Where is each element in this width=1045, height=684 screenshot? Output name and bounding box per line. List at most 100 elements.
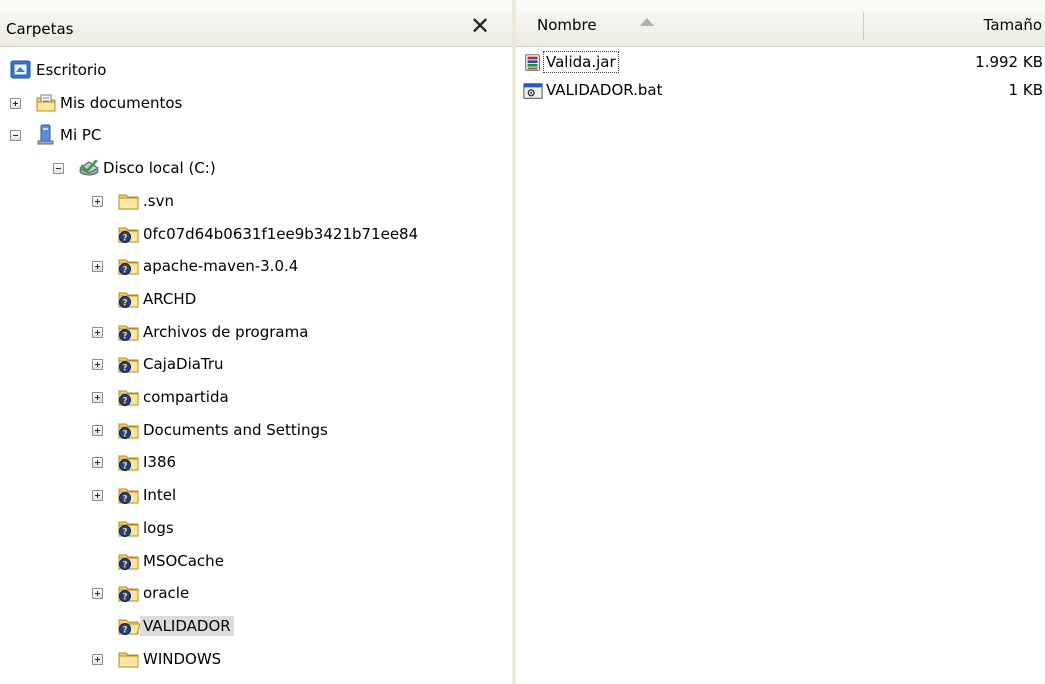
svg-text:?: ? — [122, 625, 127, 635]
expand-icon[interactable] — [92, 326, 103, 338]
tree-node[interactable]: ? MSOCache — [0, 547, 512, 579]
file-size: 1.992 KB — [975, 53, 1043, 71]
local-disk-icon — [78, 157, 100, 179]
tree-node[interactable]: ? CajaDiaTru — [0, 350, 512, 382]
tree-node[interactable]: ? I386 — [0, 448, 512, 480]
svg-text:?: ? — [122, 527, 127, 537]
shared-folder-icon: ? — [118, 353, 140, 375]
expand-icon[interactable] — [92, 392, 103, 403]
tree-node-label: Intel — [143, 486, 177, 505]
tree-node-label: ARCHD — [143, 289, 197, 308]
tree-node[interactable]: ? oracle — [0, 579, 512, 611]
tree-node-label: oracle — [143, 584, 190, 603]
svg-text:?: ? — [122, 429, 127, 439]
svg-text:?: ? — [122, 331, 127, 341]
tree-node[interactable]: ? 0fc07d64b0631f1ee9b3421b71ee84 — [0, 220, 512, 252]
sort-ascending-icon — [640, 18, 654, 26]
expand-icon[interactable] — [92, 653, 103, 665]
svg-text:?: ? — [122, 462, 127, 472]
tree-node-label: Documents and Settings — [143, 420, 328, 439]
collapse-icon[interactable] — [10, 130, 21, 142]
tree-node-label: Escritorio — [36, 61, 107, 79]
tree-node[interactable]: WINDOWS — [0, 645, 512, 677]
expand-icon[interactable] — [92, 195, 103, 207]
tree-node-label: Mis documentos — [60, 93, 183, 112]
svg-text:?: ? — [122, 233, 127, 243]
expand-icon[interactable] — [92, 588, 103, 600]
column-header-name[interactable]: Nombre — [516, 0, 863, 47]
svg-text:?: ? — [122, 593, 127, 603]
expand-icon[interactable] — [92, 457, 103, 469]
batch-file-icon — [523, 81, 543, 101]
tree-node[interactable]: Disco local (C:) — [0, 154, 512, 186]
tree-node-label: Mi PC — [60, 126, 102, 145]
expand-icon[interactable] — [92, 424, 103, 436]
shared-folder-icon: ? — [118, 451, 140, 473]
folder-icon — [118, 190, 140, 212]
file-name: Valida.jar — [543, 51, 619, 73]
shared-folder-icon: ? — [118, 386, 140, 408]
tree-node[interactable]: ? compartida — [0, 383, 512, 415]
tree-node[interactable]: Mis documentos — [0, 89, 512, 121]
tree-node[interactable]: ? VALIDADOR — [0, 612, 512, 644]
tree-node-label: MSOCache — [143, 551, 224, 570]
tree-node-label: logs — [143, 518, 174, 537]
shared-folder-icon: ? — [118, 582, 140, 604]
shared-folder-icon: ? — [118, 255, 140, 277]
folders-pane-header: Carpetas ✕ — [0, 0, 512, 47]
shared-folder-icon: ? — [118, 517, 140, 539]
tree-node-label: Archivos de programa — [143, 322, 309, 341]
file-row[interactable]: VALIDADOR.bat 1 KB — [516, 78, 1045, 106]
file-row[interactable]: Valida.jar 1.992 KB — [516, 50, 1045, 78]
tree-node[interactable]: .svn — [0, 187, 512, 219]
my-documents-icon — [35, 92, 57, 114]
tree-node[interactable]: Escritorio — [0, 56, 512, 88]
svg-text:?: ? — [122, 364, 127, 374]
svg-text:?: ? — [122, 298, 127, 308]
jar-file-icon — [523, 53, 543, 73]
column-header-size[interactable]: Tamaño — [864, 0, 1045, 47]
column-header-size-label: Tamaño — [983, 16, 1042, 34]
shared-folder-icon: ? — [118, 484, 140, 506]
column-header-name-label: Nombre — [537, 16, 597, 34]
tree-node-label: I386 — [143, 453, 177, 472]
tree-node[interactable]: Mi PC — [0, 121, 512, 153]
tree-node-label: .svn — [143, 191, 174, 210]
tree-node[interactable]: ? logs — [0, 514, 512, 546]
shared-folder-open-icon: ? — [118, 615, 141, 637]
svg-text:?: ? — [122, 266, 127, 276]
svg-text:?: ? — [122, 397, 127, 407]
expand-icon[interactable] — [10, 97, 21, 109]
file-name: VALIDADOR.bat — [546, 81, 663, 99]
tree-node[interactable]: ? ARCHD — [0, 285, 512, 317]
file-size: 1 KB — [1008, 81, 1043, 99]
tree-node-label: Disco local (C:) — [103, 159, 216, 178]
expand-icon[interactable] — [92, 490, 103, 502]
tree-node-label: apache-maven-3.0.4 — [143, 257, 299, 276]
tree-node[interactable]: ? apache-maven-3.0.4 — [0, 252, 512, 284]
tree-node-label: compartida — [143, 388, 229, 406]
shared-folder-icon: ? — [118, 550, 140, 572]
folders-pane-title: Carpetas — [6, 20, 74, 38]
shared-folder-icon: ? — [118, 321, 140, 343]
shared-folder-icon: ? — [118, 223, 140, 245]
shared-folder-icon: ? — [118, 288, 140, 310]
file-list-header: Nombre Tamaño — [516, 0, 1045, 47]
desktop-icon — [10, 59, 32, 81]
tree-node[interactable]: ? Documents and Settings — [0, 416, 512, 448]
svg-text:?: ? — [122, 560, 127, 570]
expand-icon[interactable] — [92, 359, 103, 371]
tree-node[interactable]: ? Intel — [0, 481, 512, 513]
tree-node-label: CajaDiaTru — [143, 355, 224, 374]
tree-node[interactable]: ? Archivos de programa — [0, 318, 512, 350]
close-icon[interactable]: ✕ — [466, 12, 494, 40]
collapse-icon[interactable] — [53, 163, 64, 175]
shared-folder-icon: ? — [118, 419, 140, 441]
expand-icon[interactable] — [92, 261, 103, 273]
file-list-pane: Nombre Tamaño Valida.jar 1.992 KB VALIDADO… — [516, 0, 1045, 684]
folder-icon — [118, 648, 140, 670]
tree-node-label: WINDOWS — [143, 649, 222, 668]
my-computer-icon — [35, 124, 57, 146]
tree-node-label: 0fc07d64b0631f1ee9b3421b71ee84 — [143, 224, 419, 243]
svg-text:?: ? — [122, 495, 127, 505]
